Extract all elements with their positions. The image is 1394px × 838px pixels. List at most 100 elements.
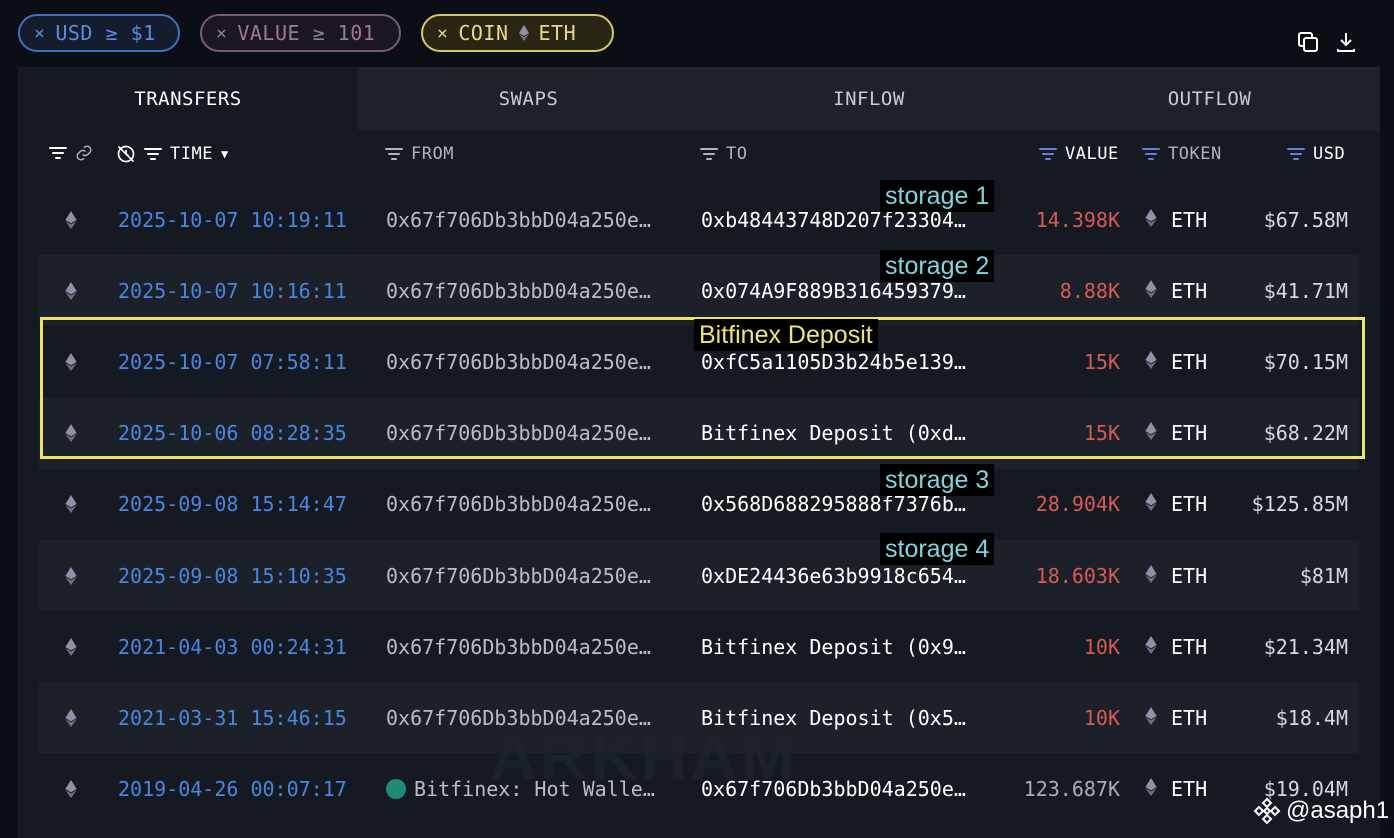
attribution: @asaph1 bbox=[1252, 796, 1389, 826]
row-token-label: ETH bbox=[1171, 278, 1208, 303]
eth-icon bbox=[1145, 208, 1157, 232]
eth-icon bbox=[1145, 635, 1157, 659]
row-value: 18.603K bbox=[1035, 563, 1120, 588]
filter-chip-value[interactable]: × VALUE ≥ 101 bbox=[200, 14, 401, 52]
row-time-link[interactable]: 2019-04-26 00:07:17 bbox=[118, 754, 347, 825]
row-usd: $125.85M bbox=[1251, 492, 1348, 517]
eth-icon bbox=[1145, 706, 1157, 730]
row-token-label: ETH bbox=[1171, 563, 1208, 588]
filter-chip-coin[interactable]: × COIN ETH bbox=[421, 14, 614, 52]
row-token-label: ETH bbox=[1171, 492, 1208, 517]
table-row[interactable]: 2021-04-03 00:24:31 0x67f706Db3bbD04a250e… bbox=[39, 611, 1359, 682]
filter-chip-coin-value: ETH bbox=[538, 21, 577, 45]
row-from-address[interactable]: 0x67f706Db3bbD04a250e… bbox=[386, 469, 651, 540]
copy-icon[interactable] bbox=[1296, 30, 1320, 54]
tab-bar: TRANSFERS SWAPS INFLOW OUTFLOW bbox=[18, 67, 1380, 130]
row-token[interactable]: ETH bbox=[1145, 469, 1207, 540]
row-time-link[interactable]: 2025-09-08 15:14:47 bbox=[118, 469, 347, 540]
row-from-label: 0x67f706Db3bbD04a250e… bbox=[386, 563, 651, 588]
table-row[interactable]: 2025-09-08 15:14:47 0x67f706Db3bbD04a250e… bbox=[39, 469, 1359, 540]
tab-outflow[interactable]: OUTFLOW bbox=[1039, 67, 1380, 130]
eth-icon bbox=[1145, 777, 1157, 801]
column-time[interactable]: TIME ▼ bbox=[116, 144, 229, 164]
eth-icon bbox=[65, 184, 77, 255]
eth-icon bbox=[1145, 279, 1157, 303]
annotation-storage-2: storage 2 bbox=[880, 250, 995, 282]
filter-icon[interactable] bbox=[1039, 147, 1057, 161]
table-row[interactable]: 2025-10-07 10:16:11 0x67f706Db3bbD04a250e… bbox=[39, 255, 1359, 327]
row-token[interactable]: ETH bbox=[1145, 754, 1207, 825]
binance-icon bbox=[1253, 797, 1281, 825]
row-from-address[interactable]: 0x67f706Db3bbD04a250e… bbox=[386, 255, 651, 326]
filter-icon[interactable] bbox=[49, 144, 93, 162]
row-time-link[interactable]: 2021-04-03 00:24:31 bbox=[118, 611, 347, 682]
row-from-address[interactable]: 0x67f706Db3bbD04a250e… bbox=[386, 611, 651, 682]
row-time-link[interactable]: 2025-10-07 10:19:11 bbox=[118, 184, 347, 255]
eth-icon bbox=[518, 25, 529, 41]
row-token-label: ETH bbox=[1171, 634, 1208, 659]
row-time-link[interactable]: 2025-10-07 10:16:11 bbox=[118, 255, 347, 326]
annotation-storage-1: storage 1 bbox=[880, 180, 995, 212]
row-from-label: 0x67f706Db3bbD04a250e… bbox=[386, 207, 651, 232]
remove-filter-icon[interactable]: × bbox=[437, 23, 448, 44]
table-row[interactable]: 2025-10-07 10:19:11 0x67f706Db3bbD04a250e… bbox=[39, 184, 1359, 255]
row-from-address[interactable]: 0x67f706Db3bbD04a250e… bbox=[386, 540, 651, 611]
filter-icon[interactable] bbox=[1287, 147, 1305, 161]
annotation-bitfinex-deposit: Bitfinex Deposit bbox=[694, 319, 878, 351]
filter-chip-usd[interactable]: × USD ≥ $1 bbox=[18, 14, 180, 52]
column-usd-label: USD bbox=[1313, 144, 1346, 164]
row-token[interactable]: ETH bbox=[1145, 682, 1207, 753]
row-value: 123.687K bbox=[1023, 777, 1120, 802]
row-usd: $67.58M bbox=[1263, 207, 1348, 232]
row-time-link[interactable]: 2025-09-08 15:10:35 bbox=[118, 540, 347, 611]
watermark: ARKHAM bbox=[490, 721, 799, 793]
eth-icon bbox=[1145, 564, 1157, 588]
row-token[interactable]: ETH bbox=[1145, 611, 1207, 682]
link-icon[interactable] bbox=[75, 144, 93, 162]
row-token[interactable]: ETH bbox=[1145, 540, 1207, 611]
column-to[interactable]: TO bbox=[700, 144, 747, 164]
filter-icon[interactable] bbox=[700, 147, 718, 161]
eth-icon bbox=[65, 469, 77, 540]
filter-icon[interactable] bbox=[385, 147, 403, 161]
remove-filter-icon[interactable]: × bbox=[34, 23, 45, 44]
eth-icon bbox=[65, 611, 77, 682]
row-token[interactable]: ETH bbox=[1145, 255, 1207, 326]
eth-icon bbox=[65, 255, 77, 326]
filter-chip-value-label: VALUE ≥ 101 bbox=[237, 21, 376, 45]
row-token-label: ETH bbox=[1171, 705, 1208, 730]
row-token-label: ETH bbox=[1171, 777, 1208, 802]
filter-icon[interactable] bbox=[144, 147, 162, 161]
row-usd: $21.34M bbox=[1263, 634, 1348, 659]
attribution-handle: @asaph1 bbox=[1286, 797, 1390, 824]
filter-icon[interactable] bbox=[1142, 147, 1160, 161]
column-from[interactable]: FROM bbox=[385, 144, 454, 164]
row-token[interactable]: ETH bbox=[1145, 184, 1207, 255]
annotation-storage-4: storage 4 bbox=[880, 533, 995, 565]
tab-swaps[interactable]: SWAPS bbox=[358, 67, 699, 130]
column-token[interactable]: TOKEN bbox=[1142, 144, 1222, 164]
row-time-link[interactable]: 2021-03-31 15:46:15 bbox=[118, 682, 347, 753]
remove-filter-icon[interactable]: × bbox=[216, 23, 227, 44]
row-from-label: 0x67f706Db3bbD04a250e… bbox=[386, 492, 651, 517]
download-icon[interactable] bbox=[1334, 30, 1358, 54]
tab-transfers[interactable]: TRANSFERS bbox=[18, 67, 358, 130]
row-to-address[interactable]: Bitfinex Deposit (0x9… bbox=[701, 611, 966, 682]
row-usd: $18.4M bbox=[1275, 705, 1348, 730]
row-value: 10K bbox=[1083, 634, 1120, 659]
row-from-address[interactable]: 0x67f706Db3bbD04a250e… bbox=[386, 184, 651, 255]
column-time-label: TIME bbox=[170, 144, 213, 164]
row-token-label: ETH bbox=[1171, 207, 1208, 232]
filter-chip-usd-label: USD ≥ $1 bbox=[55, 21, 156, 45]
clock-off-icon[interactable] bbox=[116, 144, 136, 164]
tab-inflow[interactable]: INFLOW bbox=[699, 67, 1039, 130]
column-value[interactable]: VALUE bbox=[1039, 144, 1119, 164]
column-usd[interactable]: USD bbox=[1287, 144, 1345, 164]
sort-desc-icon[interactable]: ▼ bbox=[221, 147, 229, 161]
table-row[interactable]: 2025-09-08 15:10:35 0x67f706Db3bbD04a250e… bbox=[39, 540, 1359, 611]
row-value: 8.88K bbox=[1059, 278, 1120, 303]
row-usd: $41.71M bbox=[1263, 278, 1348, 303]
bitfinex-icon bbox=[386, 779, 406, 800]
row-value: 28.904K bbox=[1035, 492, 1120, 517]
filter-chip-coin-label: COIN bbox=[458, 21, 509, 45]
